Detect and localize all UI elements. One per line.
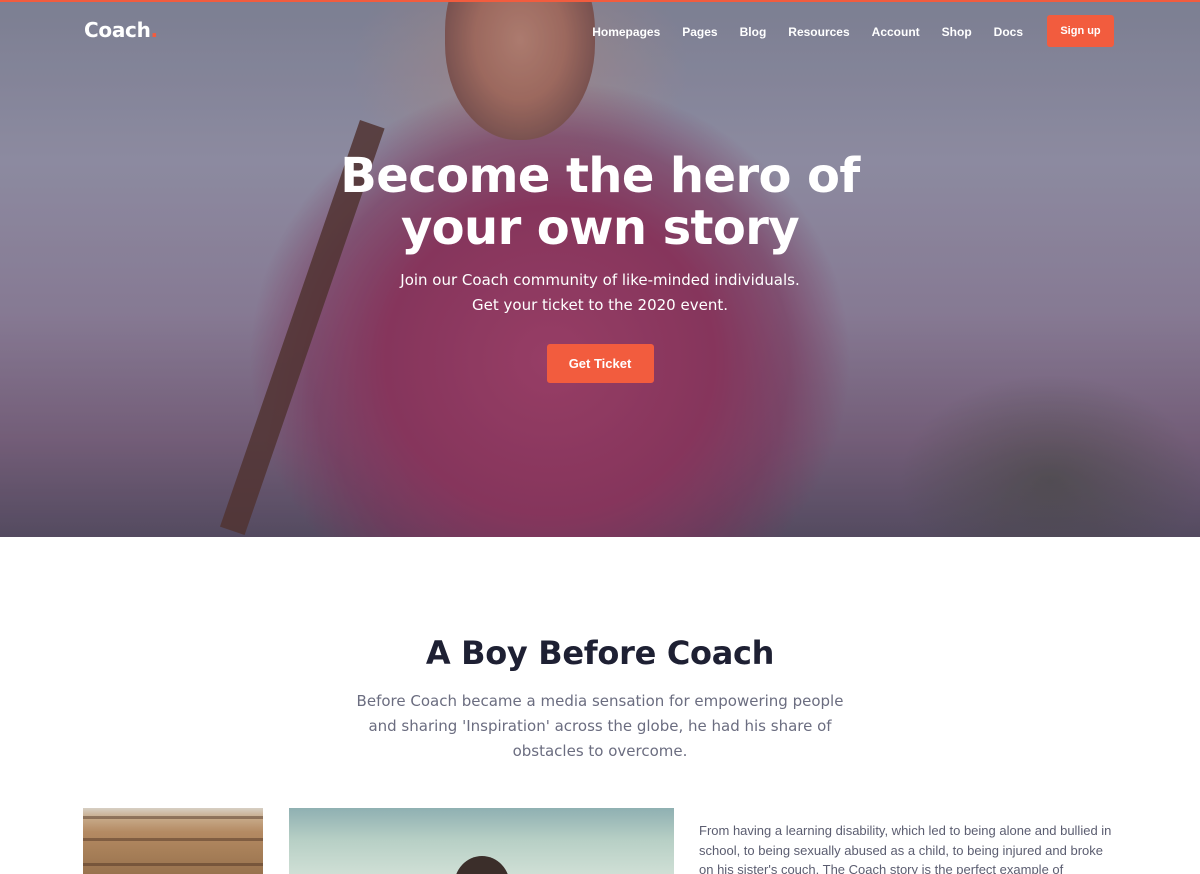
hero-subtitle: Join our Coach community of like-minded … <box>0 268 1200 318</box>
wood-plank-line <box>83 816 263 819</box>
wood-plank-line <box>83 838 263 841</box>
hero-subtitle-line-1: Join our Coach community of like-minded … <box>400 271 800 289</box>
nav-link-homepages[interactable]: Homepages <box>592 24 660 40</box>
nav-link-pages[interactable]: Pages <box>682 24 717 40</box>
hero-content: Become the hero of your own story Join o… <box>0 150 1200 383</box>
nav-link-docs[interactable]: Docs <box>994 24 1023 40</box>
wood-plank-line <box>83 863 263 866</box>
nav-link-account[interactable]: Account <box>872 24 920 40</box>
story-lead: Before Coach became a media sensation fo… <box>356 692 844 760</box>
nav-link-blog[interactable]: Blog <box>740 24 767 40</box>
main-nav: Homepages Pages Blog Resources Account S… <box>592 24 1023 40</box>
top-navbar: Coach. Homepages Pages Blog Resources Ac… <box>0 0 1200 64</box>
hero-title: Become the hero of your own story <box>340 148 860 256</box>
get-ticket-button[interactable]: Get Ticket <box>546 344 654 383</box>
nav-link-shop[interactable]: Shop <box>942 24 972 40</box>
story-title: A Boy Before Coach <box>425 634 775 672</box>
signup-button[interactable]: Sign up <box>1047 15 1114 47</box>
brand-logo[interactable]: Coach. <box>84 18 158 42</box>
top-accent-line <box>0 0 1200 2</box>
story-body-text: From having a learning disability, which… <box>699 823 1112 874</box>
story-photo-wood <box>83 808 263 874</box>
hero-subtitle-line-2: Get your ticket to the 2020 event. <box>472 296 728 314</box>
nav-link-resources[interactable]: Resources <box>788 24 849 40</box>
story-photo-portrait <box>289 808 674 874</box>
portrait-figure <box>454 856 510 874</box>
